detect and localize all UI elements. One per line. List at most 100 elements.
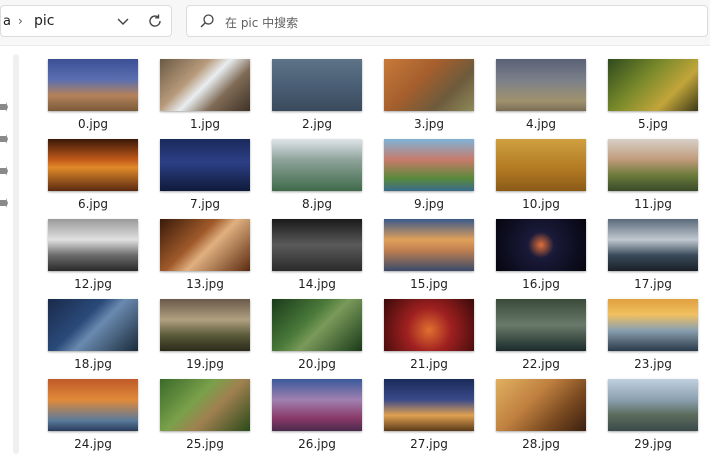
breadcrumb-parent[interactable]: a <box>3 14 11 29</box>
file-item[interactable]: 21.jpg <box>380 295 474 375</box>
file-name-label: 17.jpg <box>634 277 672 291</box>
file-item[interactable]: 10.jpg <box>492 135 586 215</box>
file-item[interactable]: 2.jpg <box>268 55 362 135</box>
file-item[interactable]: 29.jpg <box>604 375 698 455</box>
file-name-label: 10.jpg <box>522 197 560 211</box>
file-item[interactable]: 12.jpg <box>44 215 138 295</box>
file-thumbnail[interactable] <box>384 59 474 111</box>
file-thumbnail[interactable] <box>384 379 474 431</box>
file-name-label: 23.jpg <box>634 357 672 371</box>
file-thumbnail[interactable] <box>608 379 698 431</box>
file-thumbnail[interactable] <box>48 299 138 351</box>
file-thumbnail[interactable] <box>496 299 586 351</box>
file-name-label: 25.jpg <box>186 437 224 451</box>
file-item[interactable]: 15.jpg <box>380 215 474 295</box>
file-name-label: 16.jpg <box>522 277 560 291</box>
toolbar: a › pic 在 pic 中搜索 <box>0 0 710 46</box>
refresh-icon[interactable] <box>146 12 164 30</box>
navigation-scrollbar[interactable] <box>13 54 19 454</box>
file-thumbnail[interactable] <box>160 59 250 111</box>
file-item[interactable]: 17.jpg <box>604 215 698 295</box>
file-thumbnail[interactable] <box>496 59 586 111</box>
file-thumbnail[interactable] <box>608 219 698 271</box>
file-item[interactable]: 8.jpg <box>268 135 362 215</box>
file-item[interactable]: 28.jpg <box>492 375 586 455</box>
file-item[interactable]: 1.jpg <box>156 55 250 135</box>
file-item[interactable]: 0.jpg <box>44 55 138 135</box>
file-thumbnail[interactable] <box>608 299 698 351</box>
file-thumbnail[interactable] <box>272 139 362 191</box>
breadcrumb-current[interactable]: pic <box>34 13 54 29</box>
file-thumbnail[interactable] <box>160 299 250 351</box>
search-box[interactable]: 在 pic 中搜索 <box>186 5 708 37</box>
file-name-label: 3.jpg <box>413 117 445 131</box>
file-item[interactable]: 7.jpg <box>156 135 250 215</box>
chevron-down-icon[interactable] <box>115 13 131 29</box>
file-item[interactable]: 11.jpg <box>604 135 698 215</box>
search-input[interactable]: 在 pic 中搜索 <box>225 14 298 31</box>
file-name-label: 4.jpg <box>525 117 557 131</box>
file-name-label: 21.jpg <box>410 357 448 371</box>
file-thumbnail[interactable] <box>48 219 138 271</box>
file-item[interactable]: 26.jpg <box>268 375 362 455</box>
file-name-label: 0.jpg <box>77 117 109 131</box>
file-name-label: 11.jpg <box>634 197 672 211</box>
file-thumbnail[interactable] <box>272 219 362 271</box>
file-item[interactable]: 18.jpg <box>44 295 138 375</box>
file-name-label: 13.jpg <box>186 277 224 291</box>
file-name-label: 24.jpg <box>74 437 112 451</box>
file-name-label: 18.jpg <box>74 357 112 371</box>
file-item[interactable]: 23.jpg <box>604 295 698 375</box>
pin-icon[interactable] <box>0 198 8 208</box>
file-thumbnail[interactable] <box>608 59 698 111</box>
file-item[interactable]: 27.jpg <box>380 375 474 455</box>
file-thumbnail[interactable] <box>496 219 586 271</box>
file-item[interactable]: 13.jpg <box>156 215 250 295</box>
file-thumbnail[interactable] <box>160 379 250 431</box>
file-thumbnail[interactable] <box>496 139 586 191</box>
file-name-label: 12.jpg <box>74 277 112 291</box>
file-thumbnail[interactable] <box>272 299 362 351</box>
file-item[interactable]: 4.jpg <box>492 55 586 135</box>
file-item[interactable]: 16.jpg <box>492 215 586 295</box>
file-item[interactable]: 9.jpg <box>380 135 474 215</box>
file-thumbnail[interactable] <box>160 219 250 271</box>
file-name-label: 22.jpg <box>522 357 560 371</box>
pin-icon[interactable] <box>0 134 8 144</box>
file-item[interactable]: 14.jpg <box>268 215 362 295</box>
file-name-label: 26.jpg <box>298 437 336 451</box>
file-item[interactable]: 20.jpg <box>268 295 362 375</box>
file-thumbnail[interactable] <box>384 219 474 271</box>
file-name-label: 5.jpg <box>637 117 669 131</box>
file-item[interactable]: 6.jpg <box>44 135 138 215</box>
file-name-label: 2.jpg <box>301 117 333 131</box>
file-name-label: 19.jpg <box>186 357 224 371</box>
file-thumbnail[interactable] <box>48 139 138 191</box>
file-thumbnail[interactable] <box>160 139 250 191</box>
file-thumbnail[interactable] <box>384 299 474 351</box>
file-thumbnail[interactable] <box>496 379 586 431</box>
file-grid: 0.jpg 1.jpg 2.jpg 3.jpg 4.jpg 5.jpg 6.jpg 7.jpg… <box>44 55 698 455</box>
file-name-label: 1.jpg <box>189 117 221 131</box>
file-thumbnail[interactable] <box>48 59 138 111</box>
file-thumbnail[interactable] <box>272 379 362 431</box>
file-name-label: 14.jpg <box>298 277 336 291</box>
file-item[interactable]: 3.jpg <box>380 55 474 135</box>
file-name-label: 29.jpg <box>634 437 672 451</box>
file-thumbnail[interactable] <box>608 139 698 191</box>
address-bar[interactable]: a › pic <box>0 5 172 37</box>
pin-icon[interactable] <box>0 166 8 176</box>
file-item[interactable]: 25.jpg <box>156 375 250 455</box>
file-name-label: 8.jpg <box>301 197 333 211</box>
file-item[interactable]: 5.jpg <box>604 55 698 135</box>
breadcrumb-separator: › <box>18 14 23 28</box>
file-name-label: 6.jpg <box>77 197 109 211</box>
file-item[interactable]: 24.jpg <box>44 375 138 455</box>
file-thumbnail[interactable] <box>272 59 362 111</box>
file-thumbnail[interactable] <box>384 139 474 191</box>
file-item[interactable]: 22.jpg <box>492 295 586 375</box>
file-item[interactable]: 19.jpg <box>156 295 250 375</box>
pin-icon[interactable] <box>0 102 8 112</box>
file-thumbnail[interactable] <box>48 379 138 431</box>
file-name-label: 7.jpg <box>189 197 221 211</box>
